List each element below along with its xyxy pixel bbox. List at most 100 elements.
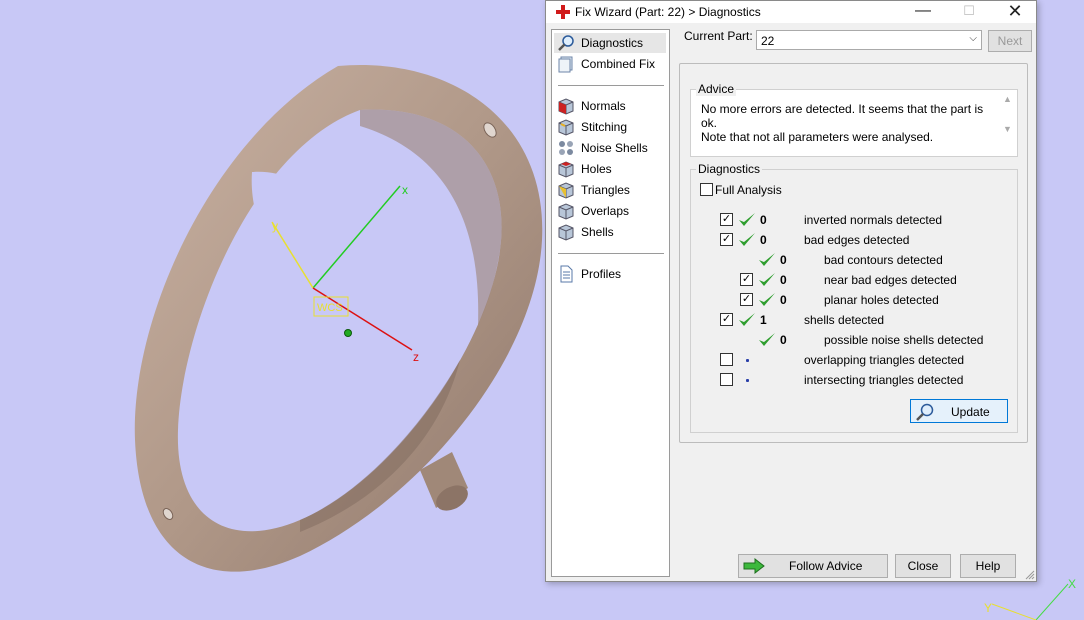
diagnostic-count: 0 (760, 213, 767, 227)
diagnostic-checkbox[interactable] (720, 373, 733, 386)
magnifier-icon (916, 403, 934, 421)
nav-item-label: Diagnostics (581, 36, 644, 50)
wizard-nav: Diagnostics Combined Fix Normals Stitchi… (551, 29, 670, 577)
nav-item-label: Overlaps (581, 204, 630, 218)
title-bar[interactable]: Fix Wizard (Part: 22) > Diagnostics — ☐ … (546, 1, 1036, 23)
pivot-point (344, 329, 352, 337)
nav-item-holes[interactable]: Holes (554, 159, 666, 179)
pending-dot-icon (746, 379, 749, 382)
nav-item-combined-fix[interactable]: Combined Fix (554, 54, 666, 74)
scroll-up-icon[interactable]: ▲ (1003, 94, 1012, 104)
diagnostic-count: 0 (780, 253, 787, 267)
diagnostic-checkbox[interactable]: ✓ (720, 213, 733, 226)
chevron-down-icon: ⌵ (969, 33, 977, 44)
nav-separator (558, 253, 664, 254)
nav-item-shells[interactable]: Shells (554, 222, 666, 242)
full-analysis-checkbox[interactable] (700, 183, 713, 196)
diagnostic-label: near bad edges detected (824, 273, 957, 287)
nav-item-label: Triangles (581, 183, 630, 197)
diagnostic-label: inverted normals detected (804, 213, 943, 227)
triangles-cube-icon (558, 182, 574, 199)
diagnostic-label: shells detected (804, 313, 885, 327)
check-mark-icon (759, 253, 775, 266)
update-button[interactable]: Update (910, 399, 1008, 423)
axis-y-label: y (272, 219, 278, 233)
normals-cube-icon (558, 98, 574, 115)
check-mark-icon (759, 273, 775, 286)
diagnostics-heading: Diagnostics (696, 162, 763, 176)
profiles-document-icon (560, 265, 573, 283)
diagnostic-count: 0 (780, 333, 787, 347)
diagnostic-count: 0 (760, 233, 767, 247)
check-mark-icon (759, 333, 775, 346)
diagnostic-label: intersecting triangles detected (804, 373, 964, 387)
fix-wizard-dialog: Fix Wizard (Part: 22) > Diagnostics — ☐ … (545, 0, 1037, 582)
diagnostic-checkbox[interactable] (720, 353, 733, 366)
nav-item-label: Noise Shells (581, 141, 648, 155)
resize-grip-icon[interactable] (1025, 570, 1035, 580)
diagnostic-label: overlapping triangles detected (804, 353, 965, 367)
current-part-label: Current Part: (684, 29, 753, 43)
corner-axis-indicator: X Y (984, 577, 1076, 620)
full-analysis-label: Full Analysis (715, 183, 782, 197)
nav-item-label: Stitching (581, 120, 628, 134)
check-mark-icon (739, 213, 755, 226)
right-arrow-icon (743, 558, 765, 574)
nav-item-noise-shells[interactable]: Noise Shells (554, 138, 666, 158)
follow-advice-button[interactable]: Follow Advice (738, 554, 888, 578)
diagnostic-label: bad edges detected (804, 233, 910, 247)
corner-axis-y-label: Y (984, 601, 992, 615)
diagnostic-checkbox[interactable]: ✓ (720, 313, 733, 326)
close-button[interactable]: Close (895, 554, 951, 578)
noise-shells-icon (559, 141, 573, 155)
wcs-label: WCS (317, 302, 343, 314)
nav-item-label: Holes (581, 162, 612, 176)
diagnostic-checkbox[interactable]: ✓ (720, 233, 733, 246)
nav-item-label: Combined Fix (581, 57, 656, 71)
dialog-title: Fix Wizard (Part: 22) > Diagnostics (575, 5, 761, 19)
advice-line-2: Note that not all parameters were analys… (701, 130, 934, 144)
current-part-select[interactable]: 22 ⌵ (756, 30, 982, 50)
diagnostic-count: 0 (780, 273, 787, 287)
axis-x-label: x (402, 183, 408, 197)
diagnostic-checkbox[interactable]: ✓ (740, 273, 753, 286)
diagnostic-checkbox[interactable]: ✓ (740, 293, 753, 306)
advice-text: No more errors are detected. It seems th… (701, 102, 991, 144)
current-part-value: 22 (761, 34, 775, 48)
help-button[interactable]: Help (960, 554, 1016, 578)
nav-separator (558, 85, 664, 86)
nav-item-profiles[interactable]: Profiles (554, 264, 666, 284)
advice-line-1: No more errors are detected. It seems th… (701, 102, 984, 130)
ring-model[interactable] (134, 64, 543, 572)
diagnostic-count: 0 (780, 293, 787, 307)
stitching-cube-icon (558, 119, 574, 136)
nav-item-normals[interactable]: Normals (554, 96, 666, 116)
shells-cube-icon (558, 224, 574, 241)
advice-heading: Advice (696, 82, 737, 96)
nav-item-label: Shells (581, 225, 614, 239)
advice-scrollbar[interactable]: ▲ ▼ (1001, 92, 1015, 154)
advice-panel: No more errors are detected. It seems th… (690, 89, 1018, 157)
close-window-button[interactable]: ✕ (992, 1, 1038, 23)
next-button[interactable]: Next (988, 30, 1032, 52)
diagnostic-label: possible noise shells detected (824, 333, 984, 347)
nav-item-overlaps[interactable]: Overlaps (554, 201, 666, 221)
pending-dot-icon (746, 359, 749, 362)
axis-z-label: z (413, 350, 419, 364)
check-mark-icon (759, 293, 775, 306)
diagnostic-label: planar holes detected (824, 293, 939, 307)
red-cross-icon (556, 5, 570, 19)
nav-item-diagnostics[interactable]: Diagnostics (554, 33, 666, 53)
nav-item-stitching[interactable]: Stitching (554, 117, 666, 137)
nav-item-triangles[interactable]: Triangles (554, 180, 666, 200)
nav-item-label: Normals (581, 99, 626, 113)
scroll-down-icon[interactable]: ▼ (1003, 124, 1012, 134)
diagnostic-label: bad contours detected (824, 253, 943, 267)
maximize-button[interactable]: ☐ (946, 1, 992, 23)
diagnostic-count: 1 (760, 313, 767, 327)
minimize-button[interactable]: — (900, 1, 946, 23)
combined-fix-icon (558, 56, 573, 73)
update-label: Update (951, 405, 990, 419)
nav-item-label: Profiles (581, 267, 622, 281)
check-mark-icon (739, 233, 755, 246)
